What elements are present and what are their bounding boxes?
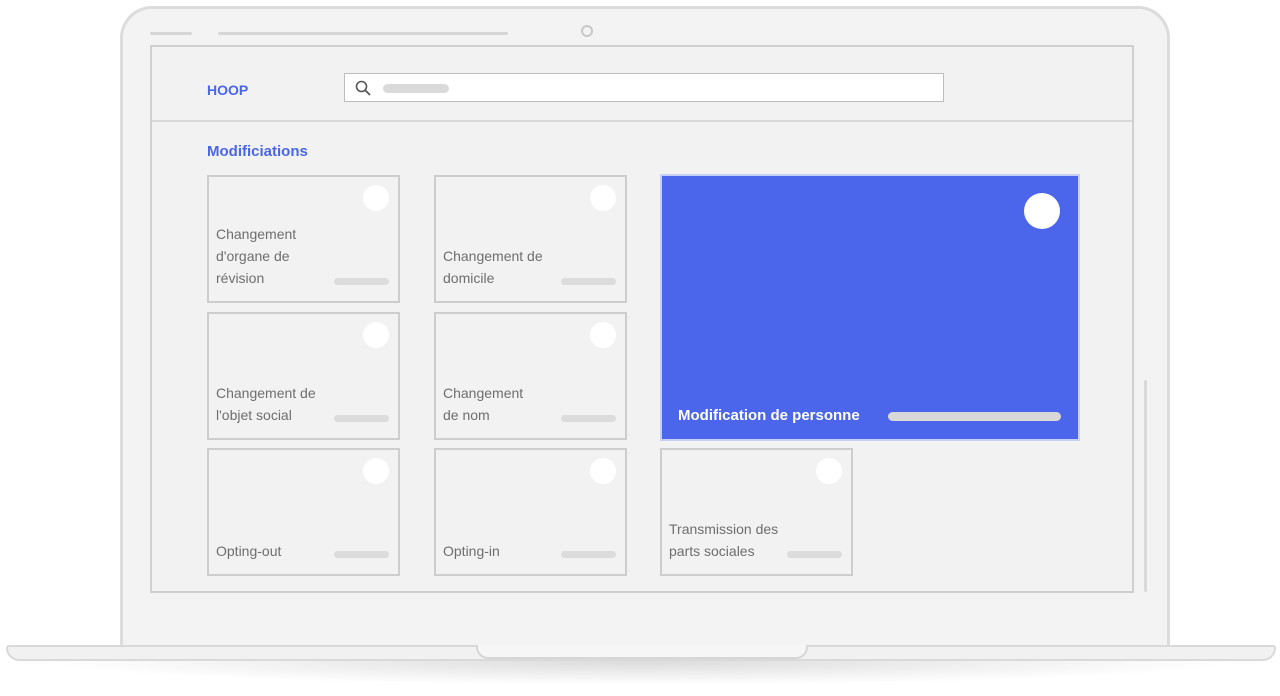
header-divider [152, 120, 1132, 122]
search-input[interactable] [344, 73, 944, 102]
card-transmission-parts-sociales[interactable]: Transmission des parts sociales [660, 448, 853, 576]
laptop-notch [476, 645, 808, 659]
card-changement-domicile[interactable]: Changement de domicile [434, 175, 627, 303]
card-modification-personne-selected[interactable]: Modification de personne [660, 174, 1080, 441]
card-status-dot [590, 458, 616, 484]
app-logo[interactable]: HOOP [207, 82, 248, 98]
card-progress-bar [334, 551, 389, 558]
card-status-dot [590, 322, 616, 348]
card-label: Modification de personne [678, 407, 860, 424]
card-changement-nom[interactable]: Changement de nom [434, 312, 627, 440]
card-status-dot [363, 322, 389, 348]
bezel-line [218, 32, 508, 35]
section-title: Modificiations [207, 143, 308, 160]
card-progress-bar [561, 551, 616, 558]
card-label: Changement de l'objet social [216, 385, 316, 423]
card-changement-objet-social[interactable]: Changement de l'objet social [207, 312, 400, 440]
card-progress-bar [334, 278, 389, 285]
laptop-shadow [40, 661, 1240, 685]
card-progress-bar [334, 415, 389, 422]
card-label: Transmission des parts sociales [669, 521, 779, 559]
card-progress-bar [561, 415, 616, 422]
card-progress-bar [787, 551, 842, 558]
camera-icon [581, 25, 593, 37]
card-changement-organe-revision[interactable]: Changement d'organe de révision [207, 175, 400, 303]
card-status-dot [363, 185, 389, 211]
card-status-dot [1024, 193, 1060, 229]
card-opting-out[interactable]: Opting-out [207, 448, 400, 576]
bezel-line [150, 32, 192, 35]
card-label: Opting-in [443, 543, 500, 559]
card-status-dot [363, 458, 389, 484]
search-placeholder-bar [383, 84, 449, 93]
app-screen: HOOP Modificiations Changement d'organe … [150, 45, 1134, 593]
card-status-dot [590, 185, 616, 211]
card-progress-bar [888, 412, 1061, 421]
card-status-dot [816, 458, 842, 484]
card-label: Changement de nom [443, 385, 524, 423]
card-label: Opting-out [216, 543, 282, 559]
card-label: Changement de domicile [443, 248, 543, 286]
card-progress-bar [561, 278, 616, 285]
search-icon [355, 80, 371, 96]
card-label: Changement d'organe de révision [216, 226, 297, 286]
laptop-edge [1144, 380, 1147, 592]
card-opting-in[interactable]: Opting-in [434, 448, 627, 576]
